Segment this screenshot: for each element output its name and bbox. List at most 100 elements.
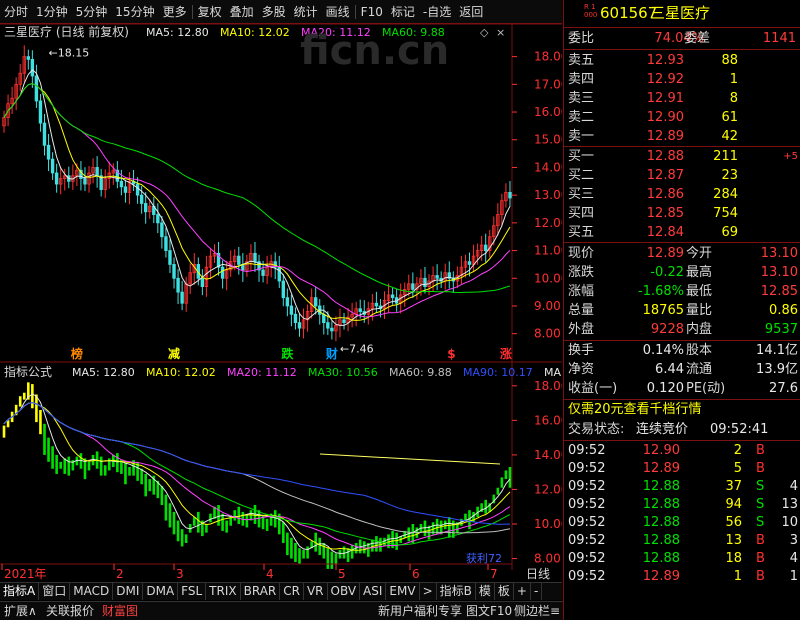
indicator-bar (18, 396, 22, 407)
candle-body (42, 122, 47, 146)
indicator-tab-9[interactable]: VR (304, 583, 328, 600)
stat2-value: 13.9亿 (756, 362, 798, 377)
tick-time: 09:52 (568, 443, 606, 458)
toolbar-item-3[interactable]: 15分钟 (111, 0, 158, 24)
indicator-tab-6[interactable]: TRIX (206, 583, 241, 600)
event-marker[interactable]: 减 (168, 346, 180, 361)
bid-price: 12.88 (646, 149, 684, 164)
main-ytick-label: 9.00 (534, 299, 561, 313)
trade-status-row: 交易状态: 连续竞价 09:52:41 (564, 421, 800, 439)
candle-body (176, 277, 180, 293)
bid-volume: 754 (713, 206, 738, 221)
indicator-bar (411, 524, 415, 543)
ask-volume: 1 (729, 72, 738, 87)
toolbar-item-13[interactable]: 返回 (455, 0, 487, 24)
toolbar-item-1[interactable]: 1分钟 (32, 0, 72, 24)
candle-body (50, 158, 55, 174)
diamond-icon[interactable]: ◇ (480, 26, 489, 39)
indicator-tab-3[interactable]: DMI (113, 583, 144, 600)
toolbar-item-9[interactable]: 画线 (322, 0, 354, 24)
stat2-value: 27.6 (769, 381, 798, 396)
indicator-bar (237, 506, 241, 524)
indicator-bar (35, 394, 38, 423)
indicator-bar (500, 477, 504, 488)
indicator-tab-18[interactable]: - (531, 583, 543, 600)
expand-button[interactable]: 扩展∧ (4, 602, 37, 620)
toolbar-item-11[interactable]: 标记 (387, 0, 419, 24)
indicator-bar (55, 454, 58, 474)
candle-body (156, 214, 160, 224)
indicator-tab-12[interactable]: EMV (386, 583, 420, 600)
chart-toolbar: 分时 1分钟 5分钟 15分钟 更多 复权 叠加 多股 统计 画线 F10 标记 -自选 返回 (0, 0, 562, 24)
profit-ratio-label: 获利72 (466, 552, 502, 565)
toolbar-item-4[interactable]: 更多 (159, 0, 191, 24)
related-quotes-button[interactable]: 关联报价 (46, 602, 94, 620)
wealth-chart-button[interactable]: 财富图 (102, 602, 138, 620)
stat2-label: 收益(一) (568, 381, 618, 396)
toolbar-item-7[interactable]: 多股 (258, 0, 290, 24)
indicator-tab-7[interactable]: BRAR (241, 583, 281, 600)
candle-body (483, 244, 488, 251)
bid-label: 买五 (568, 225, 595, 240)
main-ytick-label: 17.00 (534, 77, 562, 91)
indicator-tab-0[interactable]: 指标A (0, 583, 40, 600)
indicator-bar (217, 505, 220, 526)
toolbar-item-2[interactable]: 5分钟 (72, 0, 112, 24)
stat2-label: PE(动) (686, 381, 726, 396)
tick-side: B (756, 461, 765, 476)
tick-volume: 18 (725, 551, 742, 566)
tick-time: 09:52 (568, 551, 606, 566)
indicator-bar (31, 384, 34, 409)
close-icon[interactable]: × (496, 26, 505, 39)
event-marker[interactable]: 榜 (71, 346, 83, 361)
price-extreme-label: ←18.15 (49, 46, 90, 59)
tick-side: S (756, 497, 765, 512)
candle-body (423, 277, 427, 287)
kline-chart-svg[interactable]: 三星医疗 (日线 前复权) MA5: 12.80 MA10: 12.02 MA20: … (0, 23, 568, 584)
event-marker[interactable]: 财 (325, 346, 338, 361)
divider (564, 440, 800, 441)
candle-body (180, 291, 184, 304)
sidebar-toggle-button[interactable]: 侧边栏≡ (514, 602, 560, 620)
f10-button[interactable]: 图文F10 (466, 602, 512, 620)
stat-row: 涨跌 -0.22 最高 13.10 (564, 264, 800, 282)
main-ytick-label: 15.00 (534, 133, 562, 147)
ask-label: 卖二 (568, 110, 595, 125)
indicator-tab-17[interactable]: + (514, 583, 531, 600)
indicator-tab-2[interactable]: MACD (70, 583, 114, 600)
toolbar-item-6[interactable]: 叠加 (226, 0, 258, 24)
indicator-tab-14[interactable]: 指标B (437, 583, 476, 600)
indicator-tab-10[interactable]: OBV (328, 583, 361, 600)
ind-ytick-label: 8.00 (534, 552, 561, 566)
tick-price: 12.88 (642, 551, 680, 566)
indicator-bar (322, 543, 326, 559)
event-marker[interactable]: 涨 (500, 346, 512, 361)
bid-price: 12.86 (646, 187, 684, 202)
tick-side: S (756, 515, 765, 530)
tick-price: 12.89 (642, 461, 680, 476)
bid-row: 买五 12.84 69 (564, 224, 800, 242)
indicator-bar (282, 522, 285, 543)
toolbar-separator (354, 4, 356, 19)
indicator-tab-13[interactable]: > (420, 583, 437, 600)
candle-body (358, 308, 362, 312)
indicator-tab-4[interactable]: DMA (143, 583, 179, 600)
toolbar-item-12[interactable]: -自选 (419, 0, 455, 24)
toolbar-item-10[interactable]: F10 (357, 0, 387, 24)
promo-link[interactable]: 仅需20元查看千档行情 (568, 401, 798, 419)
indicator-tab-5[interactable]: FSL (178, 583, 207, 600)
toolbar-item-5[interactable]: 复权 (194, 0, 226, 24)
indicator-tab-16[interactable]: 板 (495, 583, 514, 600)
indicator-tab-15[interactable]: 模 (476, 583, 495, 600)
event-marker[interactable]: 跌 (281, 346, 294, 361)
indicator-tab-11[interactable]: ASI (360, 583, 387, 600)
toolbar-item-8[interactable]: 统计 (290, 0, 322, 24)
event-marker[interactable]: $ (447, 347, 455, 361)
period-label[interactable]: 日线 (526, 567, 550, 581)
toolbar-item-0[interactable]: 分时 (0, 0, 32, 24)
kline-chart-area[interactable]: 三星医疗 (日线 前复权) MA5: 12.80 MA10: 12.02 MA20: … (0, 23, 568, 584)
stat-value: 9537 (764, 322, 798, 337)
indicator-tab-1[interactable]: 窗口 (39, 583, 71, 600)
indicator-tab-8[interactable]: CR (280, 583, 304, 600)
new-user-benefit-link[interactable]: 新用户福利专享 (378, 602, 462, 620)
